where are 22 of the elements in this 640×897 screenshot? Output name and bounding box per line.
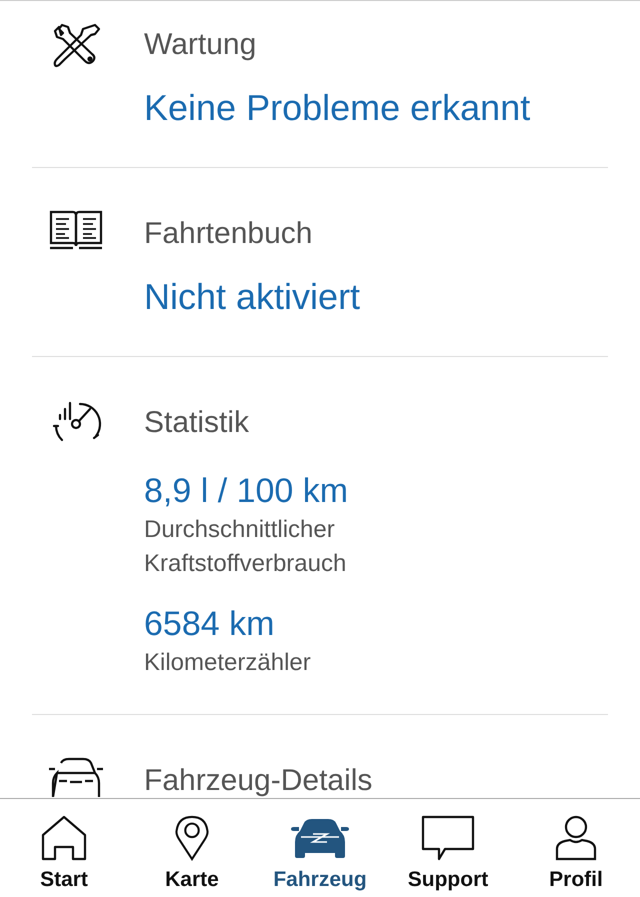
map-pin-icon [174,815,210,861]
section-title: Fahrzeug-Details [144,763,374,798]
stat-value: 8,9 l / 100 km [144,471,350,512]
speedometer-icon [50,399,102,443]
open-book-icon [49,210,103,252]
speech-bubble-icon [421,815,475,861]
tab[interactable]: Profil [512,799,640,897]
section-title: Fahrtenbuch [144,216,314,252]
stat-label: Kilometerzähler [144,648,312,678]
tab[interactable]: Karte [128,799,256,897]
car-front-icon [47,757,105,797]
home-icon [41,815,87,861]
stat-value: 6584 km [144,604,276,645]
tab[interactable]: Support [384,799,512,897]
stat-label: Durchschnittlicher Kraftstoffverbrauch [144,515,348,579]
status-link[interactable]: Keine Probleme erkannt [144,83,608,133]
tab[interactable]: Start [0,799,128,897]
section-title: Statistik [144,405,250,441]
person-icon [555,815,597,861]
tab[interactable]: Fahrzeug [256,799,384,897]
section-title: Wartung [144,27,258,63]
status-link[interactable]: Nicht aktiviert [144,272,608,322]
